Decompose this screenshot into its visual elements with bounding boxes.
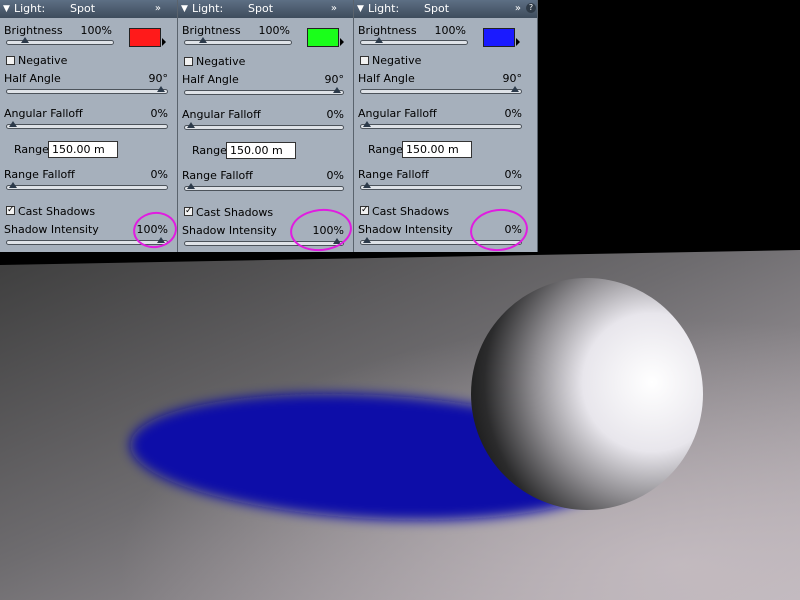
range-input[interactable] — [402, 141, 472, 158]
range-input[interactable] — [226, 142, 296, 159]
brightness-value: 100% — [258, 24, 290, 37]
half-angle-label: Half Angle — [4, 72, 61, 85]
double-chevron-down-icon[interactable]: » — [155, 0, 161, 18]
light-type-dropdown[interactable]: Spot — [424, 0, 449, 18]
panel-header: ▼ Light: Spot » — [0, 0, 177, 18]
cast-shadows-checkbox[interactable]: ✓ — [360, 206, 369, 215]
brightness-label: Brightness — [358, 24, 417, 37]
shadow-intensity-slider-thumb[interactable] — [363, 237, 371, 243]
negative-checkbox[interactable] — [360, 56, 369, 65]
range-falloff-label: Range Falloff — [358, 168, 429, 181]
brightness-slider[interactable] — [184, 37, 292, 45]
help-icon[interactable]: ? — [526, 3, 536, 13]
brightness-slider-thumb[interactable] — [375, 37, 384, 43]
range-input[interactable] — [48, 141, 118, 158]
half-angle-slider-thumb[interactable] — [333, 87, 341, 93]
brightness-label: Brightness — [4, 24, 63, 37]
sphere — [471, 278, 703, 510]
range-falloff-slider-thumb[interactable] — [187, 183, 195, 189]
range-falloff-label: Range Falloff — [182, 169, 253, 182]
negative-label: Negative — [372, 54, 422, 67]
shadow-intensity-label: Shadow Intensity — [358, 223, 453, 236]
half-angle-slider-thumb[interactable] — [157, 86, 165, 92]
light-type-dropdown[interactable]: Spot — [70, 0, 95, 18]
angular-falloff-value: 0% — [150, 107, 168, 120]
panel-header: ▼ Light: Spot » — [178, 0, 353, 18]
half-angle-value: 90° — [324, 73, 345, 86]
brightness-slider[interactable] — [360, 37, 468, 45]
brightness-slider-thumb[interactable] — [21, 37, 30, 43]
negative-label: Negative — [18, 54, 68, 67]
color-menu-arrow-icon[interactable] — [516, 38, 520, 46]
negative-label: Negative — [196, 55, 246, 68]
brightness-label: Brightness — [182, 24, 241, 37]
range-falloff-slider[interactable] — [6, 182, 168, 190]
angular-falloff-label: Angular Falloff — [4, 107, 83, 120]
double-chevron-down-icon[interactable]: » — [331, 0, 337, 18]
cast-shadows-label: Cast Shadows — [196, 206, 274, 219]
brightness-slider-thumb[interactable] — [199, 37, 208, 43]
range-falloff-value: 0% — [326, 169, 344, 182]
angular-falloff-slider[interactable] — [6, 121, 168, 129]
angular-falloff-slider[interactable] — [184, 122, 344, 130]
half-angle-label: Half Angle — [182, 73, 239, 86]
range-label: Range — [192, 144, 227, 157]
half-angle-value: 90° — [148, 72, 169, 85]
brightness-slider[interactable] — [6, 37, 114, 45]
color-swatch-button[interactable] — [129, 28, 161, 47]
triangle-down-icon[interactable]: ▼ — [357, 0, 364, 18]
negative-checkbox[interactable] — [6, 56, 15, 65]
range-label: Range — [14, 143, 49, 156]
angular-falloff-value: 0% — [504, 107, 522, 120]
color-menu-arrow-icon[interactable] — [340, 38, 344, 46]
half-angle-slider-thumb[interactable] — [511, 86, 519, 92]
cast-shadows-label: Cast Shadows — [18, 205, 96, 218]
light-label: Light: — [368, 2, 400, 15]
range-falloff-label: Range Falloff — [4, 168, 75, 181]
shadow-intensity-label: Shadow Intensity — [4, 223, 99, 236]
half-angle-label: Half Angle — [358, 72, 415, 85]
range-label: Range — [368, 143, 403, 156]
brightness-value: 100% — [434, 24, 466, 37]
angular-falloff-label: Angular Falloff — [182, 108, 261, 121]
range-falloff-slider-thumb[interactable] — [363, 182, 371, 188]
brightness-value: 100% — [80, 24, 112, 37]
range-falloff-slider[interactable] — [360, 182, 522, 190]
angular-falloff-slider[interactable] — [360, 121, 522, 129]
panel-header: ▼ Light: Spot » ? — [354, 0, 537, 18]
cast-shadows-label: Cast Shadows — [372, 205, 450, 218]
cast-shadows-checkbox[interactable]: ✓ — [6, 206, 15, 215]
light-label: Light: — [192, 2, 224, 15]
angular-falloff-label: Angular Falloff — [358, 107, 437, 120]
half-angle-value: 90° — [502, 72, 523, 85]
color-swatch-button[interactable] — [483, 28, 515, 47]
light-label: Light: — [14, 2, 46, 15]
range-falloff-value: 0% — [504, 168, 522, 181]
cast-shadows-checkbox[interactable]: ✓ — [184, 207, 193, 216]
negative-checkbox[interactable] — [184, 57, 193, 66]
half-angle-slider[interactable] — [360, 86, 522, 94]
range-falloff-slider[interactable] — [184, 183, 344, 191]
angular-falloff-slider-thumb[interactable] — [363, 121, 371, 127]
shadow-intensity-label: Shadow Intensity — [182, 224, 277, 237]
triangle-down-icon[interactable]: ▼ — [181, 0, 188, 18]
color-swatch-button[interactable] — [307, 28, 339, 47]
triangle-down-icon[interactable]: ▼ — [3, 0, 10, 18]
double-chevron-down-icon[interactable]: » — [515, 0, 521, 18]
angular-falloff-slider-thumb[interactable] — [9, 121, 17, 127]
half-angle-slider[interactable] — [184, 87, 344, 95]
light-type-dropdown[interactable]: Spot — [248, 0, 273, 18]
color-menu-arrow-icon[interactable] — [162, 38, 166, 46]
range-falloff-slider-thumb[interactable] — [9, 182, 17, 188]
range-falloff-value: 0% — [150, 168, 168, 181]
angular-falloff-value: 0% — [326, 108, 344, 121]
angular-falloff-slider-thumb[interactable] — [187, 122, 195, 128]
half-angle-slider[interactable] — [6, 86, 168, 94]
